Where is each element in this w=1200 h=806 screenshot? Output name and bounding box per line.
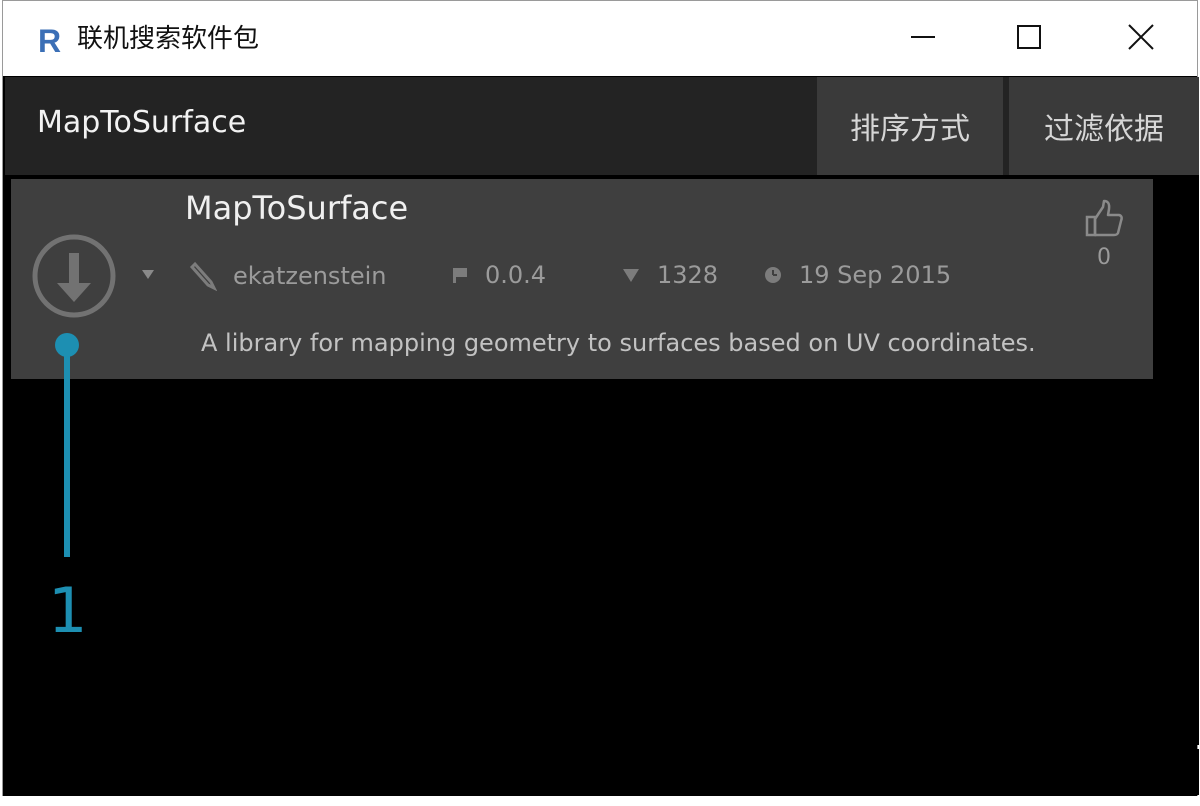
upvote-button[interactable]: [1083, 197, 1127, 241]
callout-number: 1: [48, 574, 88, 647]
package-name: MapToSurface: [185, 189, 409, 227]
filter-button[interactable]: 过滤依据: [1009, 77, 1199, 175]
vote-count: 0: [1097, 245, 1111, 270]
flag-icon: [451, 265, 469, 285]
download-button[interactable]: [31, 233, 117, 319]
maximize-icon: [1017, 25, 1041, 49]
date-value: 19 Sep 2015: [799, 261, 952, 289]
package-description: A library for mapping geometry to surfac…: [201, 329, 1036, 357]
caret-down-icon: [142, 270, 154, 279]
clock-icon: [763, 265, 783, 285]
version-value: 0.0.4: [485, 261, 547, 289]
maximize-button[interactable]: [999, 13, 1059, 61]
close-icon: [1128, 24, 1154, 50]
title-bar: R 联机搜索软件包: [3, 1, 1197, 76]
pencil-icon: [187, 261, 217, 291]
package-author: ekatzenstein: [187, 261, 387, 291]
expand-toggle[interactable]: [139, 265, 157, 283]
package-version: 0.0.4: [451, 261, 546, 289]
thumbs-up-icon: [1085, 199, 1123, 237]
search-toolbar: 排序方式 过滤依据: [5, 77, 1199, 175]
close-button[interactable]: [1111, 13, 1171, 61]
downloads-value: 1328: [657, 261, 719, 289]
author-name[interactable]: ekatzenstein: [233, 262, 387, 290]
status-bar: [5, 749, 1199, 795]
callout-dot: [55, 333, 79, 357]
download-count-icon: [621, 266, 641, 284]
logo-letter: R: [38, 23, 61, 57]
bottom-border: [0, 796, 1200, 806]
revit-logo-icon: R: [33, 23, 67, 57]
package-search-window: R 联机搜索软件包 排序方式 过滤依据: [2, 0, 1199, 806]
package-date: 19 Sep 2015: [763, 261, 951, 289]
minimize-icon: [911, 36, 935, 38]
download-icon: [32, 234, 116, 318]
minimize-button[interactable]: [893, 13, 953, 61]
package-card[interactable]: MapToSurface ekatzenstein 0.0.4 1328 19 …: [11, 179, 1153, 379]
search-input[interactable]: [13, 77, 813, 175]
window-title: 联机搜索软件包: [77, 24, 260, 54]
sort-button[interactable]: 排序方式: [817, 77, 1003, 175]
search-results: MapToSurface ekatzenstein 0.0.4 1328 19 …: [5, 175, 1199, 745]
callout-line: [64, 345, 70, 557]
package-downloads: 1328: [621, 261, 718, 289]
